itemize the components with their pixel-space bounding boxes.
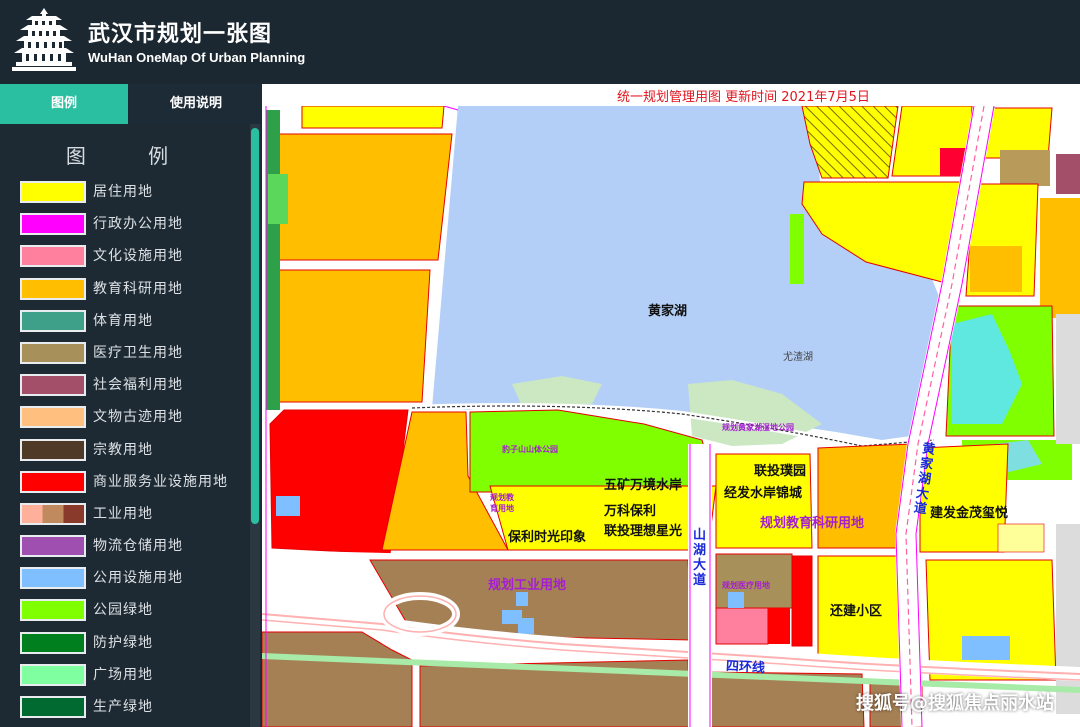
sidebar-scrollbar[interactable] (250, 124, 260, 727)
legend-swatch (20, 438, 86, 461)
legend-item: 宗教用地 (20, 438, 246, 470)
label-planned-industrial: 规划工业用地 (488, 578, 567, 593)
legend-swatch (20, 567, 86, 590)
legend-swatch (20, 213, 86, 236)
label-planned-edu: 规划教育科研用地 (760, 516, 865, 531)
map-canvas[interactable]: 统一规划管理用图 更新时间 2021年7月5日 黄家湖 尤渣湖 规划黄家湖湿地公… (262, 84, 1080, 727)
label-jianfa-jinmao: 建发金茂玺悦 (930, 506, 1009, 521)
legend-swatch (20, 535, 86, 558)
legend-item: 文化设施用地 (20, 244, 246, 276)
label-huanjian: 还建小区 (830, 604, 883, 619)
legend-label: 社会福利用地 (93, 377, 183, 394)
legend-swatch (20, 502, 86, 525)
legend-item: 体育用地 (20, 309, 246, 341)
legend-swatch (20, 277, 86, 300)
label-baoli-shiguang: 保利时光印象 (508, 530, 587, 545)
legend-item: 文物古迹用地 (20, 405, 246, 437)
legend-item: 商业服务业设施用地 (20, 470, 246, 502)
legend-label: 防护绿地 (93, 634, 153, 651)
app-title: 武汉市规划一张图 (88, 22, 273, 47)
tab-instructions[interactable]: 使用说明 (130, 84, 262, 124)
app-subtitle: WuHan OneMap Of Urban Planning (88, 50, 306, 65)
map-caption: 统一规划管理用图 更新时间 2021年7月5日 (617, 90, 870, 105)
legend-label: 行政办公用地 (93, 216, 183, 233)
sidebar: 图例 使用说明 图 例 居住用地行政办公用地 文化设施用地 教育科研用地 体育用地医疗… (0, 84, 262, 727)
legend-item: 公用设施用地 (20, 566, 246, 598)
legend-swatch (20, 631, 86, 654)
legend-item: 医疗卫生用地 (20, 341, 246, 373)
legend-item: 防护绿地 (20, 631, 246, 663)
legend-item: 物流仓储用地 (20, 534, 246, 566)
label-wukuang: 五矿万境水岸 (604, 478, 683, 493)
label-shanhu-avenue: 山湖大道 (693, 528, 707, 588)
legend-label: 体育用地 (93, 312, 153, 329)
legend-label: 文化设施用地 (93, 248, 183, 265)
legend-item: 行政办公用地 (20, 212, 246, 244)
legend-label: 广场用地 (93, 666, 153, 683)
yellow-crane-tower-logo-icon (12, 8, 76, 71)
label-wanke: 万科保利 (604, 504, 657, 519)
legend-swatch (20, 470, 86, 493)
tab-legend[interactable]: 图例 (0, 84, 128, 124)
legend-label: 公用设施用地 (93, 570, 183, 587)
legend-item: 公园绿地 (20, 598, 246, 630)
watermark: 搜狐号@搜狐焦点丽水站 (856, 693, 1054, 714)
legend-swatch (20, 181, 86, 203)
label-baozishan-park: 豹子山山体公园 (502, 445, 558, 454)
legend-label: 居住用地 (93, 184, 153, 200)
label-planned-medical: 规划医疗用地 (722, 581, 770, 590)
legend-swatch (20, 599, 86, 622)
legend-label: 生产绿地 (93, 699, 153, 715)
legend-label: 医疗卫生用地 (93, 344, 183, 361)
legend-swatch (20, 374, 86, 397)
legend-label: 文物古迹用地 (93, 409, 183, 426)
legend-item: 工业用地 (20, 502, 246, 534)
label-liantou-lixiang: 联投理想星光 (604, 524, 683, 539)
label-sihuanxian: 四环线 (725, 658, 766, 677)
label-huangjiahu: 黄家湖 (648, 304, 688, 319)
legend-item: 居住用地 (20, 180, 246, 212)
legend-list: 居住用地行政办公用地 文化设施用地 教育科研用地 体育用地医疗卫生用地 社会福利用地 文物… (20, 180, 246, 727)
legend-item: 教育科研用地 (20, 277, 246, 309)
legend-label: 公园绿地 (93, 602, 153, 619)
label-liantou-puyuan: 联投璞园 (754, 464, 807, 479)
map-layer (262, 84, 1080, 727)
legend-item: 生产绿地 (20, 695, 246, 727)
legend-label: 商业服务业设施用地 (93, 473, 228, 490)
legend-swatch (20, 696, 86, 718)
legend-label: 宗教用地 (93, 441, 153, 458)
legend-swatch (20, 663, 86, 686)
legend-swatch (20, 309, 86, 332)
scrollbar-thumb[interactable] (251, 128, 259, 524)
legend-swatch (20, 341, 86, 364)
legend-heading: 图 例 (65, 144, 197, 168)
legend-item: 社会福利用地 (20, 373, 246, 405)
legend-swatch (20, 245, 86, 268)
label-planned-edu-small: 规划教育用地 (490, 493, 514, 513)
legend-label: 工业用地 (93, 505, 153, 522)
legend-label: 物流仓储用地 (93, 538, 183, 555)
app-header: 武汉市规划一张图 WuHan OneMap Of Urban Planning (0, 0, 1080, 84)
legend-item: 广场用地 (20, 663, 246, 695)
label-jingfa: 经发水岸锦城 (724, 486, 803, 501)
label-youzhahu: 尤渣湖 (783, 352, 813, 363)
legend-swatch (20, 406, 86, 429)
legend-label: 教育科研用地 (93, 280, 183, 297)
label-wetland-park: 规划黄家湖湿地公园 (722, 423, 794, 432)
